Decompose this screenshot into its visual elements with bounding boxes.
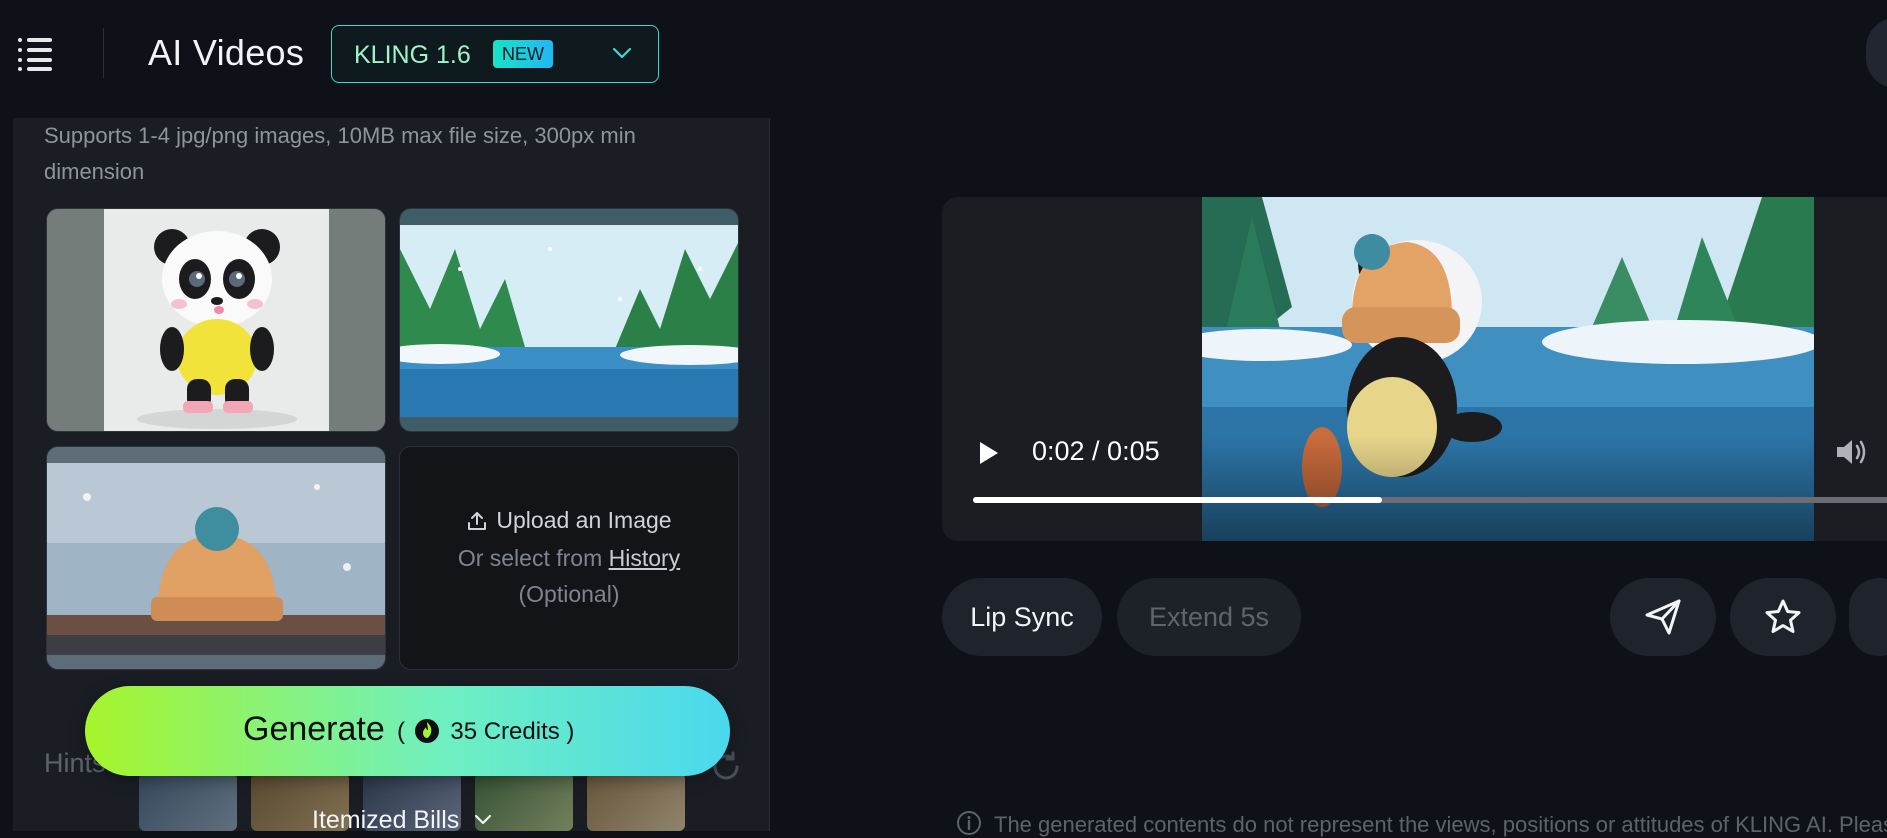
play-icon[interactable]	[978, 440, 1000, 466]
or-select-row: Or select from History	[400, 545, 738, 572]
credits-cost: ( 35 Credits )	[397, 716, 574, 746]
hat-image	[47, 447, 385, 669]
video-player[interactable]	[942, 197, 1887, 541]
generate-label: Generate	[243, 710, 385, 748]
video-frame	[1202, 197, 1814, 541]
credits-close-paren: )	[566, 718, 575, 745]
panda-image	[47, 209, 385, 431]
page-title: AI Videos	[148, 32, 305, 73]
or-select-text: Or select from	[457, 545, 603, 571]
reference-image-hat[interactable]	[46, 446, 386, 670]
generate-button[interactable]: Generate ( 35 Credits )	[85, 686, 730, 776]
new-badge: NEW	[493, 40, 553, 68]
upload-label: Upload an Image	[496, 507, 672, 533]
send-icon	[1645, 599, 1681, 635]
info-icon	[957, 811, 981, 835]
credits-unit: Credits	[483, 718, 560, 745]
upload-image-slot[interactable]: Upload an Image Or select from History (…	[399, 446, 739, 670]
volume-icon[interactable]	[1834, 436, 1868, 468]
lake-image	[400, 209, 738, 431]
model-select[interactable]: KLING 1.6 NEW	[331, 25, 659, 83]
support-text: Supports 1-4 jpg/png images, 10MB max fi…	[44, 123, 636, 184]
hint-thumbnail[interactable]	[139, 773, 237, 831]
model-name: KLING 1.6	[354, 41, 471, 69]
lip-sync-button[interactable]: Lip Sync	[942, 578, 1102, 656]
chevron-down-icon	[612, 47, 632, 59]
flame-icon	[414, 719, 439, 743]
header-divider	[103, 28, 104, 78]
disclaimer-text: The generated contents do not represent …	[994, 812, 1887, 837]
avatar[interactable]	[1866, 18, 1887, 88]
time-display: 0:02 / 0:05	[1032, 436, 1160, 466]
history-link[interactable]: History	[609, 545, 681, 571]
extend-button[interactable]: Extend 5s	[1117, 578, 1301, 656]
more-button[interactable]	[1849, 578, 1887, 656]
optional-text: (Optional)	[518, 581, 620, 607]
credits-open-paren: (	[397, 718, 405, 745]
reference-image-lake[interactable]	[399, 208, 739, 432]
share-button[interactable]	[1610, 578, 1716, 656]
star-icon	[1765, 599, 1801, 633]
favorite-button[interactable]	[1730, 578, 1836, 656]
itemized-bills-label: Itemized Bills	[312, 806, 460, 834]
credits-amount: 35	[450, 718, 478, 745]
upload-icon	[468, 512, 487, 530]
hint-thumbnail[interactable]	[587, 773, 685, 831]
chevron-down-icon	[475, 814, 492, 825]
progress-bar[interactable]	[973, 497, 1887, 503]
menu-icon[interactable]	[18, 34, 54, 71]
upload-row[interactable]: Upload an Image	[400, 507, 738, 534]
disclaimer: The generated contents do not represent …	[956, 810, 1887, 838]
reference-image-panda[interactable]	[46, 208, 386, 432]
progress-fill	[973, 497, 1383, 503]
